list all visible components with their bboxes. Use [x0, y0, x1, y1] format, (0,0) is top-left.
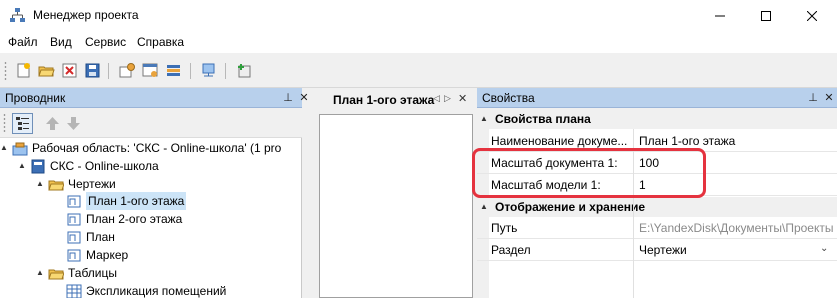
folder-icon	[48, 269, 64, 280]
open-folder-icon[interactable]	[38, 62, 55, 79]
tree-item-label: СКС - Online-школа	[50, 159, 159, 173]
plan-icon	[67, 249, 81, 262]
toolbar-separator	[225, 63, 226, 79]
collapse-icon[interactable]: ▲	[480, 109, 488, 129]
property-value[interactable]: Чертежи	[639, 243, 687, 257]
tree-item-label: Маркер	[86, 248, 129, 262]
property-name: Путь	[491, 221, 518, 235]
workspace-icon	[12, 142, 28, 156]
explorer-header: Проводник ⊥ ✕	[0, 88, 309, 108]
explorer-toolbar	[0, 109, 302, 138]
category-plan-properties[interactable]: ▲ Свойства плана	[477, 109, 837, 129]
properties-icon[interactable]	[142, 62, 159, 79]
app-network-icon	[10, 8, 25, 22]
tree-item-label: Экспликация помещений	[86, 284, 227, 298]
move-up-icon[interactable]	[44, 115, 61, 132]
category-label: Отображение и хранение	[495, 200, 646, 214]
tab-plan-floor-1[interactable]: План 1-ого этажа ◁ ▷ ✕	[320, 89, 475, 111]
properties-title: Свойства	[482, 91, 535, 105]
property-name: Раздел	[491, 243, 531, 257]
expander-icon[interactable]: ▲	[36, 268, 46, 278]
toolbar-grip[interactable]	[3, 113, 6, 133]
window-title: Менеджер проекта	[33, 8, 139, 22]
category-label: Свойства плана	[495, 112, 591, 126]
property-row-path[interactable]: Путь E:\YandexDisk\Документы\Проекты	[477, 217, 837, 239]
tab-close-icon[interactable]: ✕	[458, 92, 467, 105]
tree-item-label: План	[86, 230, 115, 244]
property-value[interactable]: E:\YandexDisk\Документы\Проекты	[639, 221, 834, 235]
tab-label: План 1-ого этажа	[333, 93, 435, 107]
menu-service[interactable]: Сервис	[85, 35, 126, 49]
toolbar	[0, 55, 837, 88]
pin-icon[interactable]: ⊥	[281, 91, 295, 105]
menu-help[interactable]: Справка	[137, 35, 184, 49]
maximize-button[interactable]	[743, 0, 789, 31]
expander-icon[interactable]: ▲	[0, 143, 10, 153]
move-down-icon[interactable]	[65, 115, 82, 132]
minimize-button[interactable]	[697, 0, 743, 31]
tree-item-label: План 2-ого этажа	[86, 212, 183, 226]
plan-icon	[67, 213, 81, 226]
expander-icon[interactable]: ▲	[18, 161, 28, 171]
tab-scroll-right-icon[interactable]: ▷	[444, 93, 451, 104]
explorer-title: Проводник	[5, 91, 66, 105]
add-component-icon[interactable]	[236, 62, 253, 79]
menu-bar: Файл Вид Сервис Справка	[0, 31, 837, 53]
minimize-icon	[715, 15, 725, 16]
table-icon	[66, 284, 82, 298]
plan-icon	[67, 195, 81, 208]
pin-icon[interactable]: ⊥	[806, 91, 820, 105]
close-icon	[807, 10, 817, 21]
properties-header: Свойства ⊥ ✕	[477, 88, 837, 108]
category-display-storage[interactable]: ▲ Отображение и хранение	[477, 197, 837, 217]
collapse-icon[interactable]: ▲	[480, 197, 488, 217]
tree-view-icon[interactable]	[12, 113, 33, 134]
highlight-annotation	[472, 148, 706, 198]
toolbar-separator	[190, 63, 191, 79]
tree-item-label: План 1-ого этажа	[86, 192, 187, 210]
settings-icon[interactable]	[119, 62, 136, 79]
maximize-icon	[761, 10, 771, 21]
folder-icon	[48, 180, 64, 191]
panel-close-icon[interactable]: ✕	[297, 91, 311, 105]
save-icon[interactable]	[84, 62, 101, 79]
expander-icon[interactable]: ▲	[36, 179, 46, 189]
toolbar-separator	[108, 63, 109, 79]
property-value[interactable]: План 1-ого этажа	[639, 134, 735, 148]
toolbar-grip[interactable]	[4, 61, 7, 81]
property-name: Наименование докуме...	[491, 134, 628, 148]
tree-item-label: Рабочая область: 'СКС - Online-школа' (1…	[32, 141, 282, 155]
plan-icon	[67, 231, 81, 244]
network-icon[interactable]	[200, 62, 217, 79]
chevron-down-icon[interactable]: ⌄	[820, 243, 828, 254]
new-project-icon[interactable]	[15, 62, 32, 79]
menu-file[interactable]: Файл	[8, 35, 38, 49]
panel-close-icon[interactable]: ✕	[822, 91, 836, 105]
tab-scroll-left-icon[interactable]: ◁	[433, 93, 440, 104]
property-row-section[interactable]: Раздел Чертежи ⌄	[477, 239, 837, 261]
tree-item-label: Таблицы	[68, 266, 118, 280]
project-icon	[31, 159, 45, 174]
menu-view[interactable]: Вид	[50, 35, 72, 49]
close-project-icon[interactable]	[61, 62, 78, 79]
close-button[interactable]	[789, 0, 835, 31]
stack-icon[interactable]	[165, 62, 182, 79]
document-canvas[interactable]	[319, 114, 473, 298]
tree-item-label: Чертежи	[68, 177, 116, 191]
title-bar: Менеджер проекта	[0, 0, 837, 31]
